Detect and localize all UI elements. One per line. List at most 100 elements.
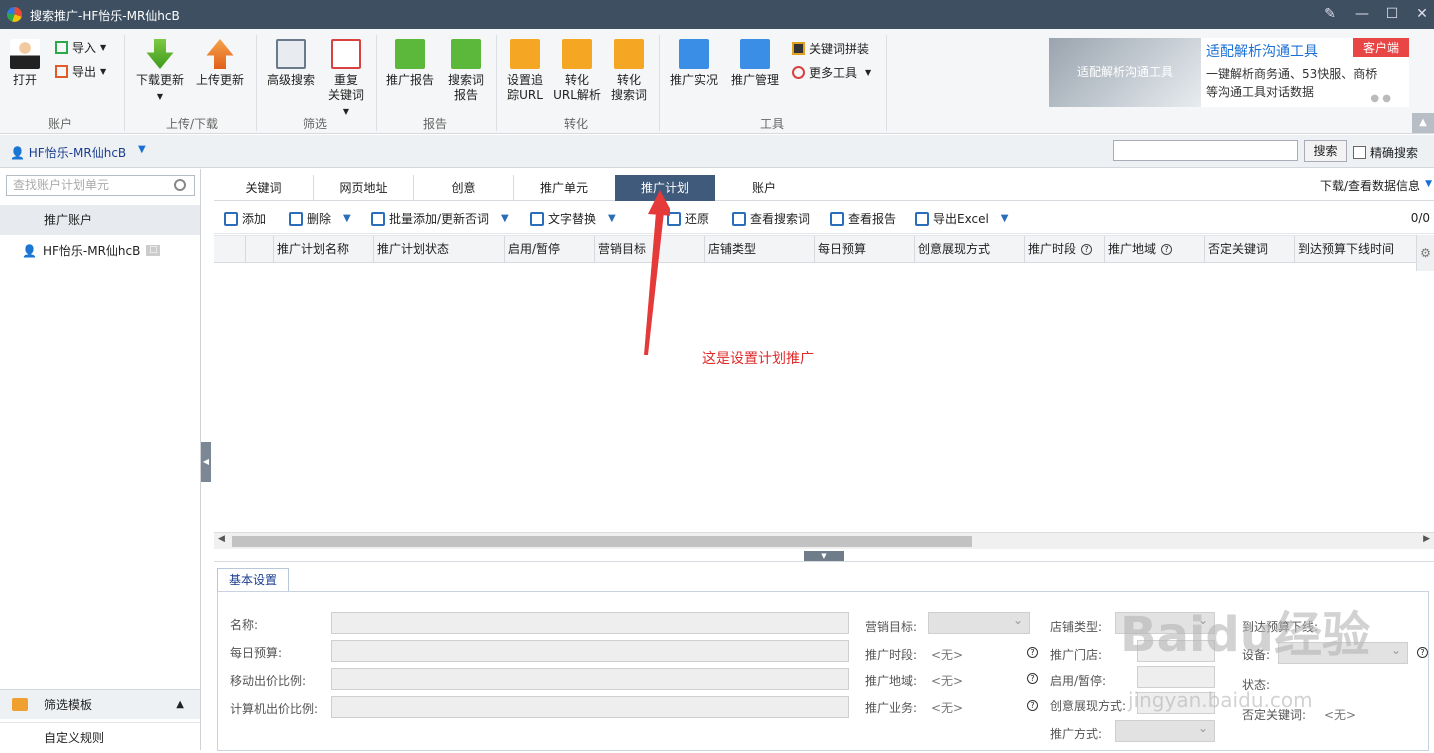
minimize-button[interactable]: — (1351, 4, 1373, 24)
scroll-thumb[interactable] (232, 536, 972, 547)
enable-field[interactable] (1137, 666, 1215, 688)
col-header-period[interactable]: 推广时段? (1024, 236, 1104, 263)
collapse-ribbon-button[interactable]: ▲ (1412, 113, 1434, 133)
add-button[interactable]: 添加 (224, 210, 266, 227)
promo-mode-select[interactable] (1115, 720, 1215, 742)
col-header[interactable]: 启用/暂停 (504, 236, 594, 263)
col-header[interactable]: 推广计划名称 (273, 236, 373, 263)
carousel-dots[interactable]: ● ● (1370, 93, 1391, 104)
batch-negative-button[interactable]: 批量添加/更新否词 ▼ (371, 210, 509, 227)
more-tools-button[interactable]: 更多工具 ▼ (792, 64, 871, 81)
column-settings-gear-icon[interactable]: ⚙ (1416, 235, 1434, 271)
view-search-query-button[interactable]: 查看搜索词 (732, 210, 810, 227)
search-icon[interactable] (174, 179, 186, 191)
find-account-input[interactable]: 查找账户计划单元 (6, 175, 195, 196)
help-icon[interactable]: ? (1081, 244, 1093, 255)
client-tag[interactable]: 客户端 (1352, 38, 1409, 57)
keyword-concat-button[interactable]: 关键词拼装 (792, 40, 869, 57)
upload-update-button[interactable]: 上传更新 (194, 39, 246, 88)
feedback-icon[interactable]: ✎ (1319, 4, 1341, 24)
help-icon[interactable]: ? (1027, 673, 1038, 684)
period-value[interactable]: <无> (931, 646, 963, 663)
maximize-button[interactable]: ☐ (1381, 4, 1403, 24)
negative-keywords-value[interactable]: <无> (1324, 706, 1356, 723)
close-button[interactable]: ✕ (1411, 4, 1433, 24)
export-excel-button[interactable]: 导出Excel ▼ (915, 210, 1009, 227)
col-header[interactable]: 店铺类型 (704, 236, 814, 263)
help-icon[interactable]: ? (1161, 244, 1173, 255)
plus-icon (224, 211, 238, 226)
download-update-label: 下载更新 (135, 73, 184, 87)
help-icon[interactable]: ? (1417, 647, 1428, 658)
tab-basic-settings[interactable]: 基本设置 (217, 568, 289, 592)
download-data-info-link[interactable]: 下载/查看数据信息 (1320, 177, 1420, 194)
tree-header[interactable]: 推广账户 (0, 205, 200, 235)
col-header[interactable]: 到达预算下线时间 (1294, 236, 1416, 263)
view-report-button[interactable]: 查看报告 (830, 210, 896, 227)
advanced-search-button[interactable]: 高级搜索 (265, 39, 317, 88)
duplicate-keyword-button[interactable]: 重复 关键词 ▼ (324, 39, 368, 119)
text-replace-button[interactable]: 文字替换 ▼ (530, 210, 616, 227)
promotion-report-button[interactable]: 推广报告 (384, 39, 436, 88)
download-update-button[interactable]: 下载更新 ▼ (134, 39, 186, 104)
account-dropdown-icon[interactable]: ▼ (138, 144, 146, 155)
scroll-right-icon[interactable]: ▶ (1423, 534, 1430, 544)
scroll-left-icon[interactable]: ◀ (218, 534, 225, 544)
col-header-region[interactable]: 推广地域? (1104, 236, 1204, 263)
campaign-grid[interactable]: 推广计划名称 推广计划状态 启用/暂停 营销目标 店铺类型 每日预算 创意展现方… (214, 235, 1434, 550)
daily-budget-field[interactable] (331, 640, 849, 662)
search-query-report-button[interactable]: 搜索词 报告 (444, 39, 488, 103)
col-header[interactable]: 创意展现方式 (914, 236, 1024, 263)
help-icon[interactable]: ? (1027, 700, 1038, 711)
col-header[interactable]: 推广计划状态 (373, 236, 504, 263)
group-label-convert: 转化 (563, 117, 588, 131)
promotion-management-button[interactable]: 推广管理 (728, 39, 782, 88)
promotion-live-button[interactable]: 推广实况 (667, 39, 721, 88)
convert-url-parse-button[interactable]: 转化 URL解析 (553, 39, 601, 103)
filter-template-panel[interactable]: 筛选模板 ▲ (0, 689, 200, 719)
checkbox-box[interactable] (1353, 146, 1366, 159)
top-search-input[interactable] (1113, 140, 1298, 161)
region-value[interactable]: <无> (931, 672, 963, 689)
user-icon (10, 39, 40, 69)
collapse-detail-pane-button[interactable]: ▼ (804, 551, 844, 561)
tree-item-account[interactable]: 👤 HF怡乐-MR仙hcB □ (22, 242, 161, 259)
chevron-down-icon[interactable]: ▼ (1425, 179, 1432, 189)
open-button[interactable]: 打开 (8, 39, 42, 88)
pc-ratio-field[interactable] (331, 696, 849, 718)
search-button[interactable]: 搜索 (1304, 140, 1347, 162)
tab-account[interactable]: 账户 (714, 175, 814, 201)
sidebar-splitter[interactable]: ◀ (201, 442, 211, 482)
ad-banner[interactable]: 适配解析沟通工具 适配解析沟通工具 一键解析商务通、53快服、商桥等沟通工具对话… (1049, 38, 1409, 107)
import-button[interactable]: 导入 ▼ (55, 39, 106, 56)
export-button[interactable]: 导出 ▼ (55, 63, 106, 80)
tab-adgroups[interactable]: 推广单元 (514, 175, 614, 201)
horizontal-scrollbar[interactable]: ◀ ▶ (214, 532, 1434, 549)
tab-creatives[interactable]: 创意 (414, 175, 514, 201)
exact-search-checkbox[interactable]: 精确搜索 (1353, 144, 1418, 161)
name-field[interactable] (331, 612, 849, 634)
chevron-down-icon[interactable]: ▼ (1001, 213, 1009, 224)
delete-button[interactable]: 删除 ▼ (289, 210, 351, 227)
col-header[interactable]: 否定关键词 (1204, 236, 1294, 263)
ad-headline[interactable]: 适配解析沟通工具 (1206, 41, 1318, 61)
business-value[interactable]: <无> (931, 699, 963, 716)
chevron-down-icon[interactable]: ▼ (608, 213, 616, 224)
goal-select[interactable] (928, 612, 1030, 634)
restore-button[interactable]: 还原 (667, 210, 709, 227)
tab-keywords[interactable]: 关键词 (214, 175, 314, 201)
custom-rules-item[interactable]: 自定义规则 (0, 722, 200, 750)
current-account[interactable]: 👤 HF怡乐-MR仙hcB (10, 144, 126, 161)
region-label: 推广地域: (865, 674, 918, 688)
convert-search-query-button[interactable]: 转化 搜索词 (607, 39, 651, 103)
mobile-ratio-field[interactable] (331, 668, 849, 690)
set-tracking-url-button[interactable]: 设置追 踪URL (504, 39, 546, 103)
caret-up-icon[interactable]: ▲ (176, 690, 184, 720)
col-select[interactable] (245, 236, 273, 263)
col-header[interactable]: 每日预算 (814, 236, 914, 263)
chevron-down-icon[interactable]: ▼ (343, 213, 351, 224)
chevron-down-icon[interactable]: ▼ (501, 213, 509, 224)
tab-urls[interactable]: 网页地址 (314, 175, 414, 201)
help-icon[interactable]: ? (1027, 647, 1038, 658)
share-icon (679, 39, 709, 69)
